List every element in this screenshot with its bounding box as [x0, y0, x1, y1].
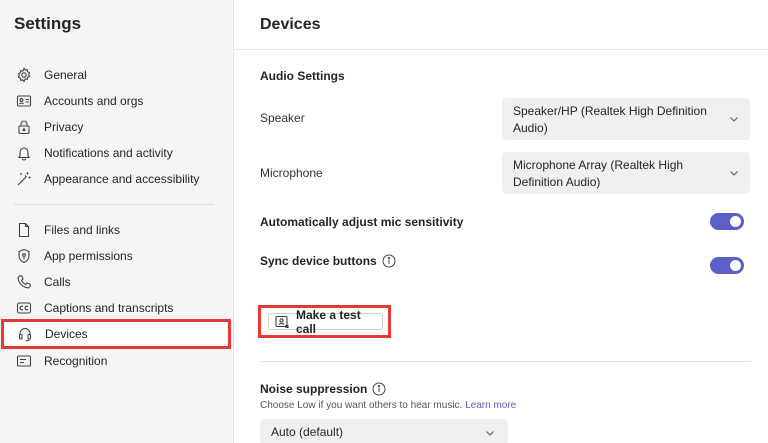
- header-divider: [234, 49, 768, 50]
- sync-buttons-toggle[interactable]: [710, 257, 744, 274]
- sidebar-item-label: Captions and transcripts: [44, 301, 174, 315]
- toggle-knob: [730, 260, 741, 271]
- noise-suppression-title: Noise suppression: [260, 382, 368, 396]
- sidebar-item-appearance[interactable]: Appearance and accessibility: [0, 166, 234, 192]
- test-call-icon: [274, 314, 290, 330]
- magic-wand-icon: [16, 171, 32, 187]
- info-icon[interactable]: [382, 254, 396, 268]
- sidebar-item-devices[interactable]: Devices: [1, 319, 231, 349]
- sidebar-item-app-permissions[interactable]: App permissions: [0, 243, 234, 269]
- file-icon: [16, 222, 32, 238]
- sidebar-item-label: Calls: [44, 275, 71, 289]
- sidebar-divider: [14, 204, 214, 205]
- auto-adjust-label: Automatically adjust mic sensitivity: [260, 215, 463, 229]
- lock-icon: [16, 119, 32, 135]
- auto-adjust-text: Automatically adjust mic sensitivity: [260, 215, 464, 229]
- microphone-value: Microphone Array (Realtek High Definitio…: [513, 158, 684, 189]
- sidebar-item-calls[interactable]: Calls: [0, 269, 234, 295]
- sidebar-item-privacy[interactable]: Privacy: [0, 114, 234, 140]
- sidebar-item-label: Files and links: [44, 223, 121, 237]
- page-title: Devices: [260, 16, 321, 33]
- sidebar-item-label: Devices: [45, 327, 88, 341]
- phone-icon: [16, 274, 32, 290]
- sidebar-item-label: Recognition: [44, 354, 108, 368]
- sidebar-item-general[interactable]: General: [0, 62, 234, 88]
- sidebar-item-recognition[interactable]: Recognition: [0, 348, 234, 374]
- chevron-down-icon: [728, 113, 740, 125]
- sidebar-item-captions[interactable]: Captions and transcripts: [0, 295, 234, 321]
- auto-adjust-toggle[interactable]: [710, 213, 744, 230]
- sidebar-item-accounts[interactable]: Accounts and orgs: [0, 88, 234, 114]
- sync-buttons-label: Sync device buttons: [260, 254, 396, 268]
- test-call-button-inner: Make a test call: [268, 308, 383, 336]
- chevron-down-icon: [484, 427, 496, 439]
- microphone-dropdown[interactable]: Microphone Array (Realtek High Definitio…: [502, 152, 750, 194]
- sidebar-item-label: Appearance and accessibility: [44, 172, 200, 186]
- sidebar-item-files[interactable]: Files and links: [0, 217, 234, 243]
- sidebar-title: Settings: [14, 14, 82, 33]
- speaker-value: Speaker/HP (Realtek High Definition Audi…: [513, 104, 707, 135]
- sync-buttons-text: Sync device buttons: [260, 254, 377, 268]
- sidebar-item-label: Notifications and activity: [44, 146, 173, 160]
- microphone-label: Microphone: [260, 166, 323, 180]
- sidebar-item-notifications[interactable]: Notifications and activity: [0, 140, 234, 166]
- sidebar-item-label: General: [44, 68, 87, 82]
- speaker-dropdown[interactable]: Speaker/HP (Realtek High Definition Audi…: [502, 98, 750, 140]
- devices-panel: Devices Audio Settings Speaker Speaker/H…: [234, 0, 768, 443]
- learn-more-link[interactable]: Learn more: [465, 400, 516, 411]
- gear-icon: [16, 67, 32, 83]
- speaker-label: Speaker: [260, 111, 305, 125]
- recognition-icon: [16, 353, 32, 369]
- noise-suppression-dropdown[interactable]: Auto (default): [260, 419, 508, 443]
- test-call-label: Make a test call: [296, 307, 361, 336]
- settings-sidebar: Settings General Accounts and orgs Priva…: [0, 0, 234, 443]
- chevron-down-icon: [728, 167, 740, 179]
- toggle-knob: [730, 216, 741, 227]
- noise-description-text: Choose Low if you want others to hear mu…: [260, 400, 463, 411]
- audio-settings-heading: Audio Settings: [260, 69, 345, 83]
- headset-icon: [17, 326, 33, 342]
- sidebar-item-label: Privacy: [44, 120, 84, 134]
- bell-icon: [16, 145, 32, 161]
- section-divider: [260, 361, 750, 362]
- noise-suppression-description: Choose Low if you want others to hear mu…: [260, 400, 516, 411]
- noise-suppression-heading: Noise suppression: [260, 382, 386, 396]
- closed-caption-icon: [16, 300, 32, 316]
- noise-value: Auto (default): [271, 425, 344, 439]
- id-card-icon: [16, 93, 32, 109]
- make-test-call-button[interactable]: Make a test call: [258, 305, 391, 338]
- info-icon[interactable]: [372, 382, 386, 396]
- sidebar-item-label: Accounts and orgs: [44, 94, 144, 108]
- sidebar-item-label: App permissions: [44, 249, 133, 263]
- shield-icon: [16, 248, 32, 264]
